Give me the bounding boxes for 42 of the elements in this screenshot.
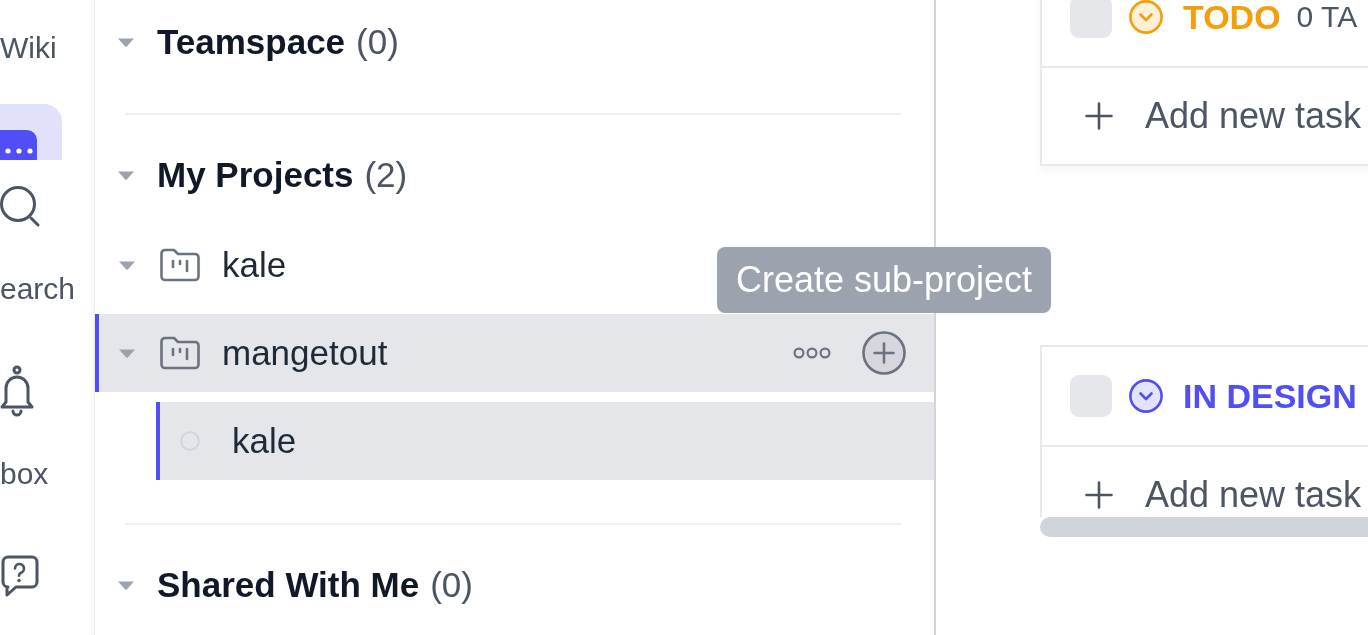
project-name[interactable]: kale: [222, 245, 287, 285]
section-count: (0): [356, 22, 399, 62]
project-name[interactable]: kale: [232, 421, 297, 461]
group-title: TODO: [1183, 0, 1281, 37]
plus-icon: [1085, 481, 1113, 509]
dots-tile-icon: [0, 130, 37, 160]
section-title: Teamspace: [157, 22, 346, 62]
checkbox[interactable]: [1070, 375, 1112, 417]
search-icon: [0, 185, 40, 229]
checkbox[interactable]: [1070, 0, 1112, 38]
scrollbar-thumb[interactable]: [1040, 517, 1368, 537]
plus-circle-icon: [862, 331, 906, 375]
add-task-button[interactable]: Add new task: [1042, 66, 1368, 164]
add-subproject-button[interactable]: [862, 331, 906, 375]
group-title: IN DESIGN: [1183, 376, 1357, 416]
tooltip: Create sub-project: [716, 247, 1052, 313]
section-count: (0): [430, 565, 473, 605]
nav-item[interactable]: [0, 555, 40, 597]
caret-icon[interactable]: [117, 170, 135, 180]
task-count: 0 TA: [1296, 0, 1358, 34]
nav-item[interactable]: box: [0, 365, 49, 492]
project-name[interactable]: mangetout: [222, 333, 388, 373]
nav-item[interactable]: earch: [0, 185, 76, 307]
caret-icon[interactable]: [117, 37, 135, 47]
help-bubble-icon: [0, 555, 40, 597]
project-row[interactable]: mangetout: [95, 314, 934, 392]
section-title: Shared With Me: [157, 565, 420, 605]
folder-icon: [160, 248, 200, 282]
bell-icon: [0, 365, 34, 417]
more-button[interactable]: [793, 346, 831, 360]
more-icon: [793, 346, 831, 360]
caret-icon[interactable]: [118, 260, 136, 270]
chevron-circle-icon[interactable]: [1129, 379, 1163, 413]
plus-icon: [1085, 102, 1113, 130]
caret-icon[interactable]: [118, 348, 136, 358]
section-count: (2): [364, 155, 408, 195]
project-row[interactable]: kale: [156, 402, 934, 480]
caret-icon[interactable]: [117, 580, 135, 590]
section-title: My Projects: [157, 155, 354, 195]
nav-item[interactable]: Wiki: [0, 30, 57, 66]
folder-icon: [160, 336, 200, 370]
nav-item[interactable]: [0, 104, 62, 160]
